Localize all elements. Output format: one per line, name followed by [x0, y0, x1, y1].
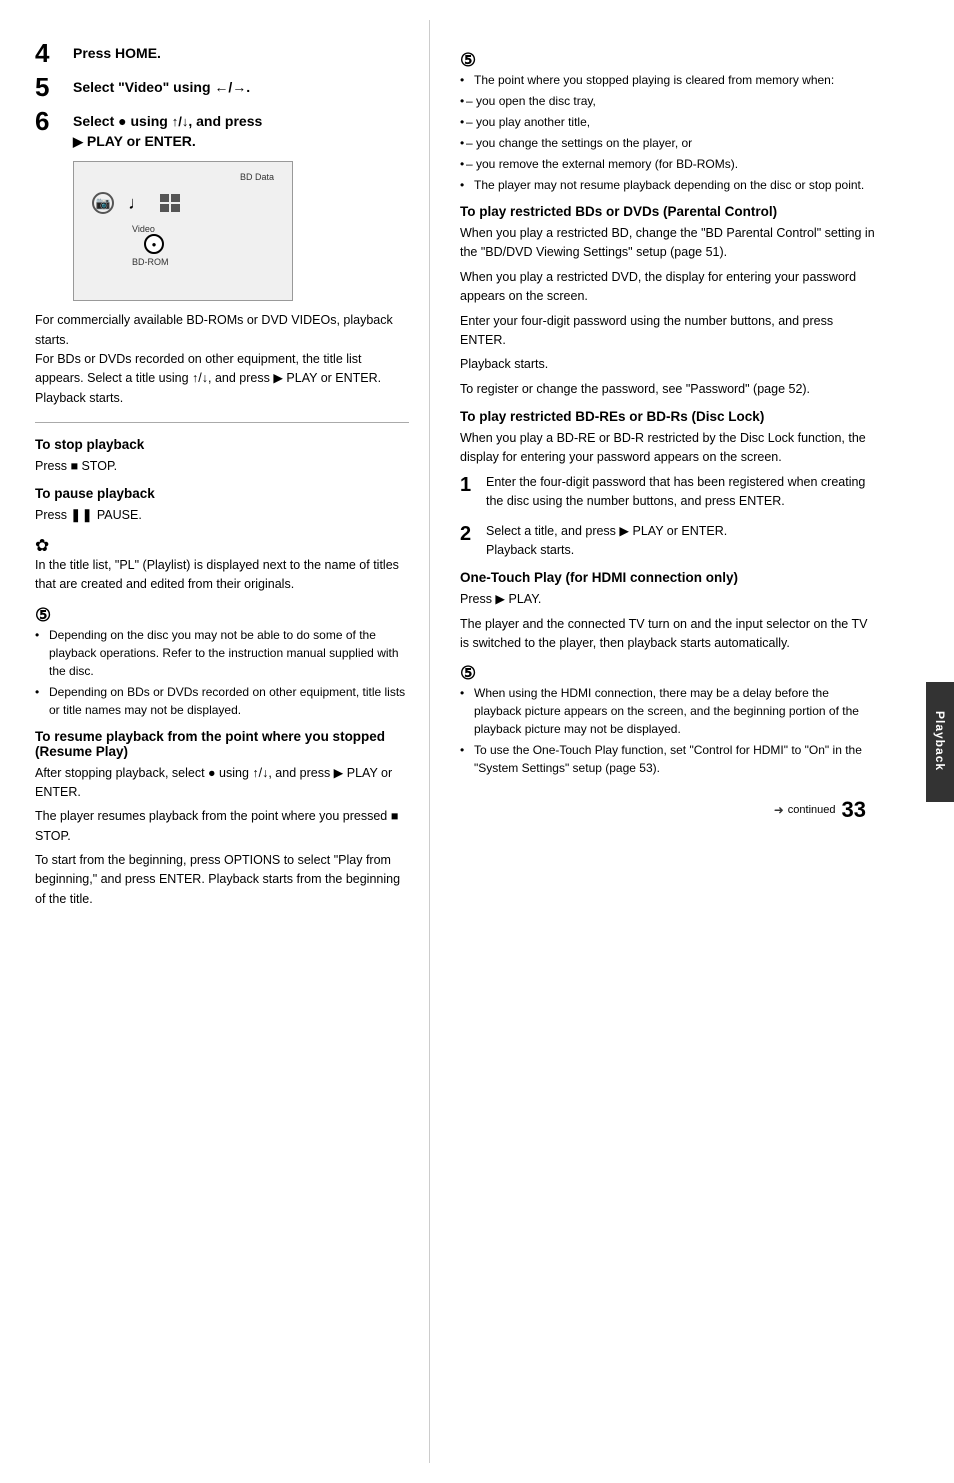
- restricted-bd-dvd-body5: To register or change the password, see …: [460, 380, 876, 399]
- note1-icon: ⑤: [35, 605, 51, 625]
- bd-data-label: BD Data: [240, 172, 274, 182]
- tip-section: ✿ In the title list, "PL" (Playlist) is …: [35, 536, 409, 595]
- disc-lock-step-2-num: 2: [460, 522, 486, 546]
- disc-lock-step-1-text: Enter the four-digit password that has b…: [486, 473, 876, 512]
- note3-list: When using the HDMI connection, there ma…: [460, 684, 876, 777]
- pause-body: Press ❚❚ PAUSE.: [35, 506, 409, 525]
- one-touch-play-heading: One-Touch Play (for HDMI connection only…: [460, 570, 876, 585]
- music-icon: ♩: [128, 193, 146, 214]
- step-6-number: 6: [35, 108, 65, 134]
- disc-lock-step-2-text: Select a title, and press ▶ PLAY or ENTE…: [486, 522, 727, 561]
- restricted-bd-dvd-body2: When you play a restricted DVD, the disp…: [460, 268, 876, 307]
- restricted-bd-dvd-body1: When you play a restricted BD, change th…: [460, 224, 876, 263]
- restricted-bdre-bdr-heading: To play restricted BD-REs or BD-Rs (Disc…: [460, 409, 876, 424]
- note3-item-1: When using the HDMI connection, there ma…: [460, 684, 876, 738]
- one-touch-play-body1: Press ▶ PLAY.: [460, 590, 876, 609]
- note2-list: The point where you stopped playing is c…: [460, 71, 876, 194]
- disc-lock-step-1-num: 1: [460, 473, 486, 497]
- play-arrow-icon: ▶: [73, 134, 83, 149]
- restricted-bd-dvd-section: To play restricted BDs or DVDs (Parental…: [460, 204, 876, 399]
- step-5: 5 Select "Video" using ←/→.: [35, 74, 409, 100]
- step-6-text: Select ● using ↑/↓, and press ▶ PLAY or …: [73, 108, 262, 151]
- note2-block: ⑤ The point where you stopped playing is…: [460, 50, 876, 194]
- stop-symbol: ■: [70, 459, 78, 473]
- tip-body: In the title list, "PL" (Playlist) is di…: [35, 556, 409, 595]
- resume-body2: The player resumes playback from the poi…: [35, 807, 409, 846]
- resume-section: To resume playback from the point where …: [35, 729, 409, 910]
- video-label: Video: [132, 224, 155, 234]
- note2-item-5: – you remove the external memory (for BD…: [460, 155, 876, 173]
- continued-arrow-icon: ➜: [774, 803, 784, 817]
- note1-block: ⑤ Depending on the disc you may not be a…: [35, 605, 409, 719]
- note2-item-6: The player may not resume playback depen…: [460, 176, 876, 194]
- divider: [35, 422, 409, 423]
- restricted-bdre-bdr-section: To play restricted BD-REs or BD-Rs (Disc…: [460, 409, 876, 560]
- resume-heading: To resume playback from the point where …: [35, 729, 409, 759]
- note1-item-1: Depending on the disc you may not be abl…: [35, 626, 409, 680]
- stop-heading: To stop playback: [35, 437, 409, 452]
- stop-body: Press ■ STOP.: [35, 457, 409, 476]
- note3-item-2: To use the One-Touch Play function, set …: [460, 741, 876, 777]
- menu-illustration: BD Data 📷 ♩ Video ● BD-ROM: [73, 161, 293, 301]
- note1-item-2: Depending on BDs or DVDs recorded on oth…: [35, 683, 409, 719]
- one-touch-play-section: One-Touch Play (for HDMI connection only…: [460, 570, 876, 653]
- restricted-bd-dvd-heading: To play restricted BDs or DVDs (Parental…: [460, 204, 876, 219]
- left-column: 4 Press HOME. 5 Select "Video" using ←/→…: [0, 20, 430, 1463]
- resume-body3: To start from the beginning, press OPTIO…: [35, 851, 409, 909]
- restricted-bd-dvd-body4: Playback starts.: [460, 355, 876, 374]
- step-4-text: Press HOME.: [73, 40, 161, 64]
- restricted-bdre-bdr-body1: When you play a BD-RE or BD-R restricted…: [460, 429, 876, 468]
- note3-icon: ⑤: [460, 663, 476, 683]
- note1-list: Depending on the disc you may not be abl…: [35, 626, 409, 719]
- right-column: ⑤ The point where you stopped playing is…: [430, 20, 926, 1463]
- note3-block: ⑤ When using the HDMI connection, there …: [460, 663, 876, 777]
- disc-lock-step-2: 2 Select a title, and press ▶ PLAY or EN…: [460, 522, 876, 561]
- step-4: 4 Press HOME.: [35, 40, 409, 66]
- arrow-lr-icon: ←/→: [214, 79, 246, 95]
- note2-item-2: – you open the disc tray,: [460, 92, 876, 110]
- step-5-number: 5: [35, 74, 65, 100]
- bd-rom-label: BD-ROM: [132, 257, 169, 267]
- step-6: 6 Select ● using ↑/↓, and press ▶ PLAY o…: [35, 108, 409, 151]
- note2-item-4: – you change the settings on the player,…: [460, 134, 876, 152]
- step-4-number: 4: [35, 40, 65, 66]
- pause-symbol: ❚❚: [70, 508, 93, 522]
- tip-icon: ✿: [35, 536, 49, 555]
- photo-icon: 📷: [92, 192, 114, 214]
- note2-item-1: The point where you stopped playing is c…: [460, 71, 876, 89]
- selected-circle: ●: [144, 234, 164, 254]
- description-text: For commercially available BD-ROMs or DV…: [35, 311, 409, 408]
- grid-icon: [160, 194, 180, 212]
- disc-lock-step-1: 1 Enter the four-digit password that has…: [460, 473, 876, 512]
- pause-section: To pause playback Press ❚❚ PAUSE.: [35, 486, 409, 525]
- continued-label: continued: [788, 804, 836, 816]
- updown-icon: ↑/↓: [172, 114, 189, 129]
- step-5-text: Select "Video" using ←/→.: [73, 74, 250, 98]
- stop-section: To stop playback Press ■ STOP.: [35, 437, 409, 476]
- one-touch-play-body2: The player and the connected TV turn on …: [460, 615, 876, 654]
- restricted-bd-dvd-body3: Enter your four-digit password using the…: [460, 312, 876, 351]
- pause-heading: To pause playback: [35, 486, 409, 501]
- note2-icon: ⑤: [460, 50, 476, 70]
- page-number: 33: [842, 797, 866, 823]
- note2-item-3: – you play another title,: [460, 113, 876, 131]
- footer-row: ➜ continued 33: [460, 797, 876, 823]
- circle-dot: ●: [152, 240, 157, 249]
- playback-side-tab: Playback: [926, 682, 954, 802]
- step-5-quoted: "Video": [118, 79, 169, 95]
- menu-icons-row: 📷 ♩: [92, 192, 180, 214]
- resume-body1: After stopping playback, select ● using …: [35, 764, 409, 803]
